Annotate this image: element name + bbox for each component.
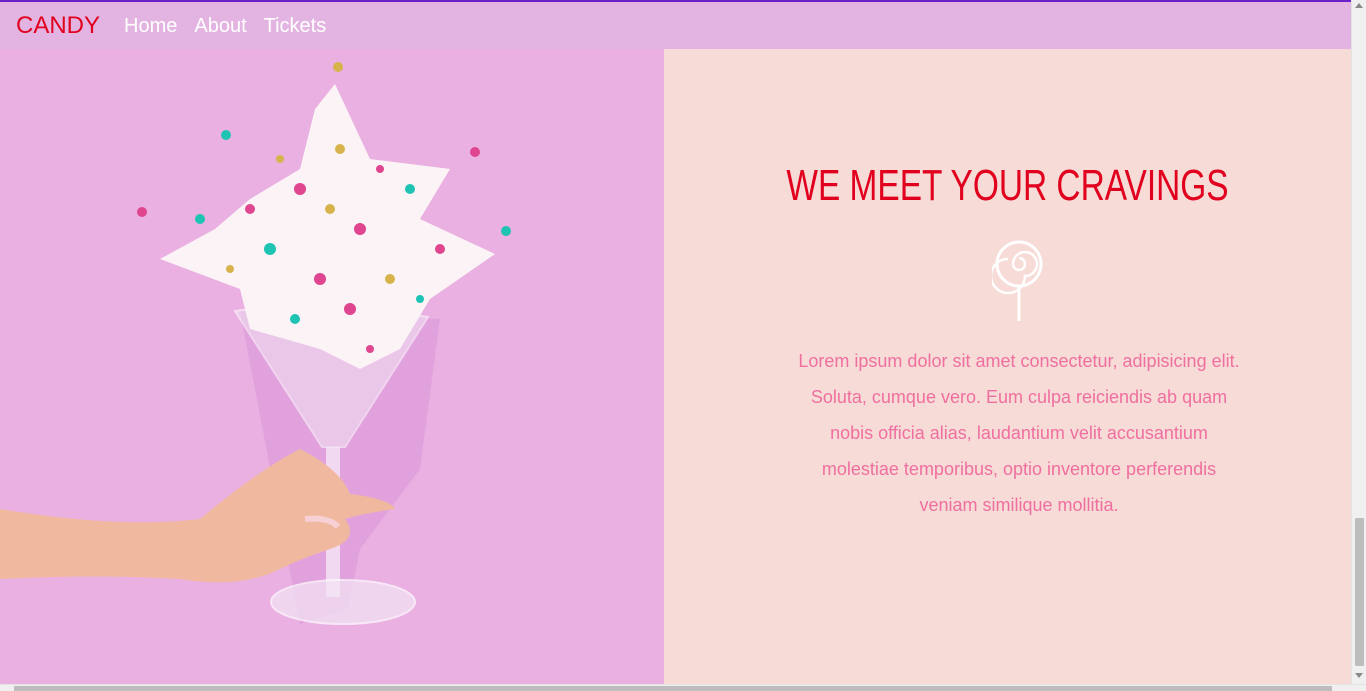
vertical-scroll-thumb[interactable] <box>1355 518 1364 666</box>
nav-link-about[interactable]: About <box>194 16 246 36</box>
scroll-down-icon[interactable] <box>1355 673 1363 678</box>
horizontal-scroll-thumb[interactable] <box>14 686 1332 691</box>
nav-link-tickets[interactable]: Tickets <box>264 16 327 36</box>
sprinkles-glass-illustration <box>0 62 511 625</box>
hero-content: WE MEET YOUR CRAVINGS Lorem ipsum dolor … <box>664 49 1351 684</box>
nav-link-home[interactable]: Home <box>124 16 177 36</box>
brand-logo[interactable]: CANDY <box>16 13 100 38</box>
scroll-up-icon[interactable] <box>1355 3 1363 8</box>
hero-heading: WE MEET YOUR CRAVINGS <box>786 161 1229 210</box>
navbar: CANDY Home About Tickets <box>0 2 1351 49</box>
hero-body-text: Lorem ipsum dolor sit amet consectetur, … <box>798 351 1240 515</box>
lollipop-icon <box>992 240 1043 321</box>
hero-image <box>0 49 664 684</box>
horizontal-scrollbar[interactable] <box>0 684 1366 691</box>
vertical-scrollbar[interactable] <box>1351 0 1366 684</box>
